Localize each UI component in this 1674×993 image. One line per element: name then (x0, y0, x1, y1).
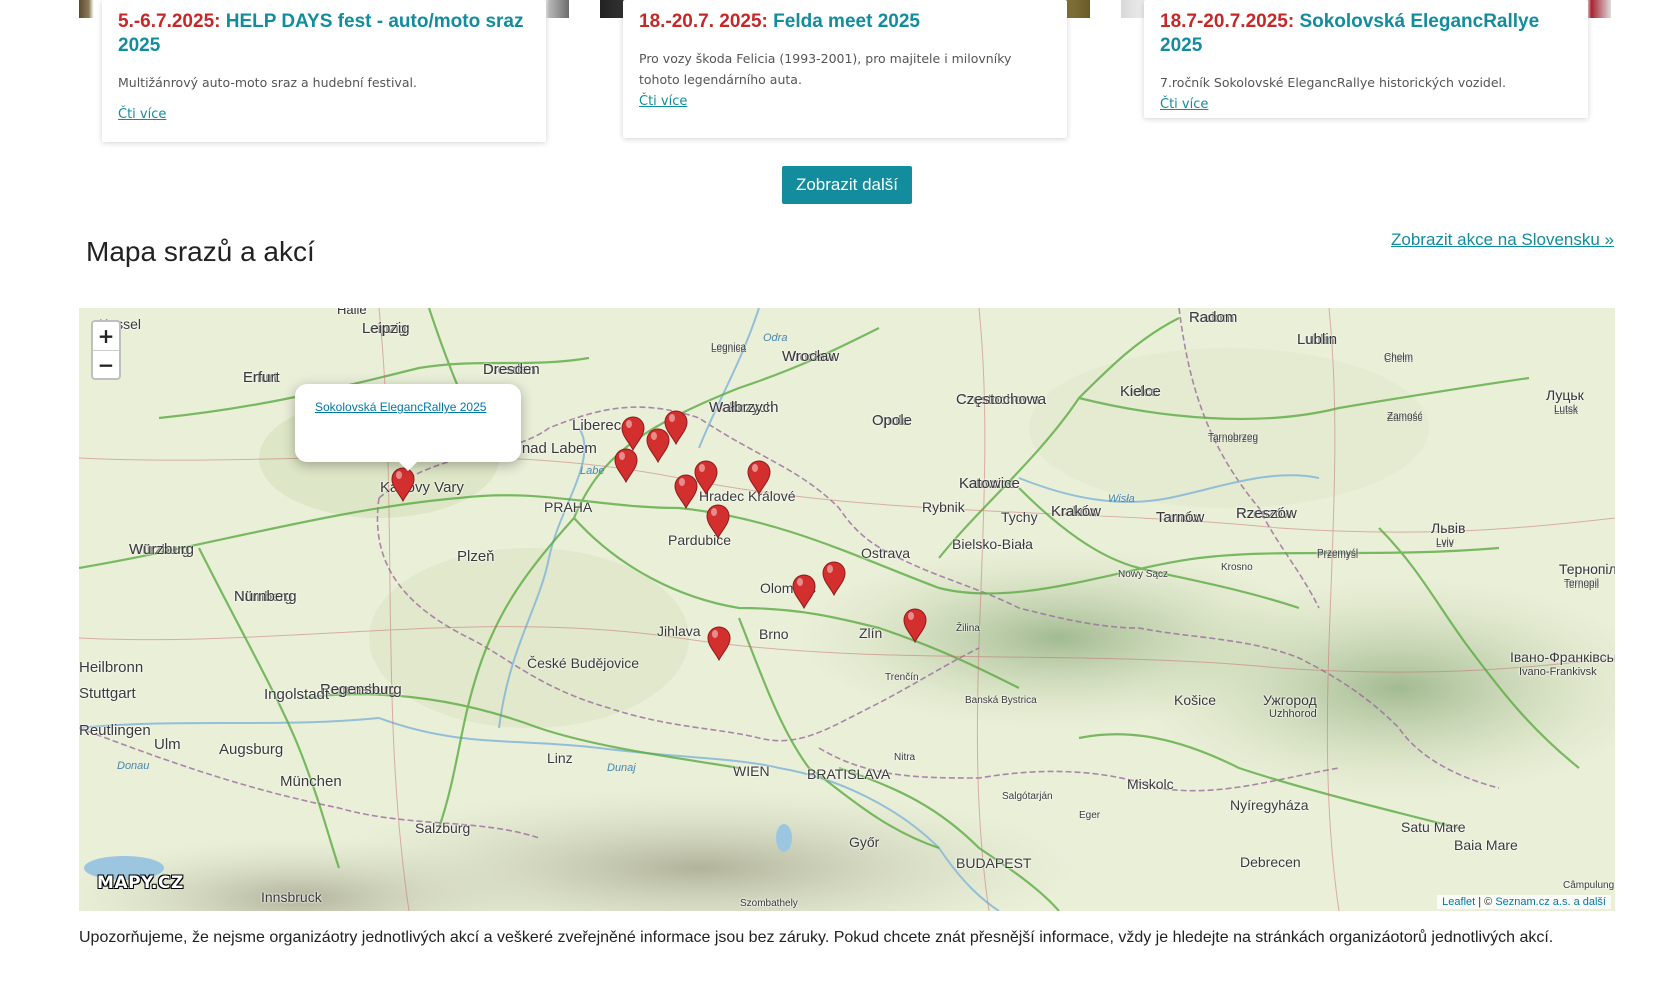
popup-event-link[interactable]: Sokolovská EleganсRallye 2025 (315, 400, 486, 414)
events-map[interactable]: Halle Leipzig Dresden Erfurt Legnica Wro… (79, 308, 1615, 911)
event-marker-icon[interactable] (747, 460, 771, 496)
event-name-link[interactable]: Felda meet 2025 (773, 11, 920, 32)
read-more-link[interactable]: Čti více (1160, 97, 1208, 112)
event-marker-icon[interactable] (621, 416, 645, 452)
read-more-link[interactable]: Čti více (118, 107, 166, 122)
event-marker-icon[interactable] (694, 460, 718, 496)
slovakia-events-link[interactable]: Zobrazit akce na Slovensku » (1391, 230, 1614, 250)
event-card: 5.-6.7.2025: HELP DAYS fest - auto/moto … (102, 0, 546, 142)
attribution-source-link[interactable]: Seznam.cz a.s. a další (1495, 896, 1606, 908)
event-marker-icon[interactable] (646, 428, 670, 464)
mapy-cz-logo: MAPY.CZ (97, 873, 184, 893)
map-attribution: Leaflet | © Seznam.cz a.s. a další (1437, 895, 1611, 909)
zoom-in-button[interactable]: + (93, 322, 119, 350)
event-marker-icon[interactable] (707, 626, 731, 662)
event-card-title: 5.-6.7.2025: HELP DAYS fest - auto/moto … (118, 10, 530, 58)
event-description: Multižánrový auto-moto sraz a hudební fe… (118, 75, 417, 90)
event-date: 18.-20.7. 2025: (639, 11, 768, 32)
event-card: 18.7-20.7.2025: Sokolovská EleganсRallye… (1144, 0, 1588, 118)
read-more-link[interactable]: Čti více (639, 94, 687, 109)
show-more-button[interactable]: Zobrazit další (782, 166, 912, 204)
event-description: 7.ročník Sokolovské EleganсRallye histor… (1160, 75, 1507, 90)
event-date: 18.7-20.7.2025: (1160, 11, 1295, 32)
leaflet-link[interactable]: Leaflet (1442, 896, 1475, 908)
map-section-title: Mapa srazů a akcí (86, 236, 315, 267)
zoom-control: + − (91, 320, 121, 380)
event-marker-icon[interactable] (706, 504, 730, 540)
event-date: 5.-6.7.2025: (118, 11, 221, 32)
event-marker-icon[interactable] (674, 474, 698, 510)
popup-tip (397, 460, 419, 471)
event-card: 18.-20.7. 2025: Felda meet 2025 Pro vozy… (623, 0, 1067, 138)
attribution-separator: | © (1475, 896, 1496, 908)
event-card-title: 18.-20.7. 2025: Felda meet 2025 (639, 10, 1051, 34)
marker-popup: Sokolovská EleganсRallye 2025 (295, 384, 521, 462)
event-marker-icon[interactable] (792, 574, 816, 610)
event-marker-icon[interactable] (822, 561, 846, 597)
event-description: Pro vozy škoda Felicia (1993-2001), pro … (639, 51, 1012, 87)
event-card-title: 18.7-20.7.2025: Sokolovská EleganсRallye… (1160, 10, 1572, 58)
event-marker-icon[interactable] (614, 448, 638, 484)
event-marker-icon[interactable] (391, 467, 415, 503)
event-cards: 5.-6.7.2025: HELP DAYS fest - auto/moto … (0, 0, 1674, 150)
disclaimer-text: Upozorňujeme, že nejsme organizáotry jed… (79, 929, 1554, 946)
zoom-out-button[interactable]: − (93, 350, 119, 378)
event-marker-icon[interactable] (903, 608, 927, 644)
